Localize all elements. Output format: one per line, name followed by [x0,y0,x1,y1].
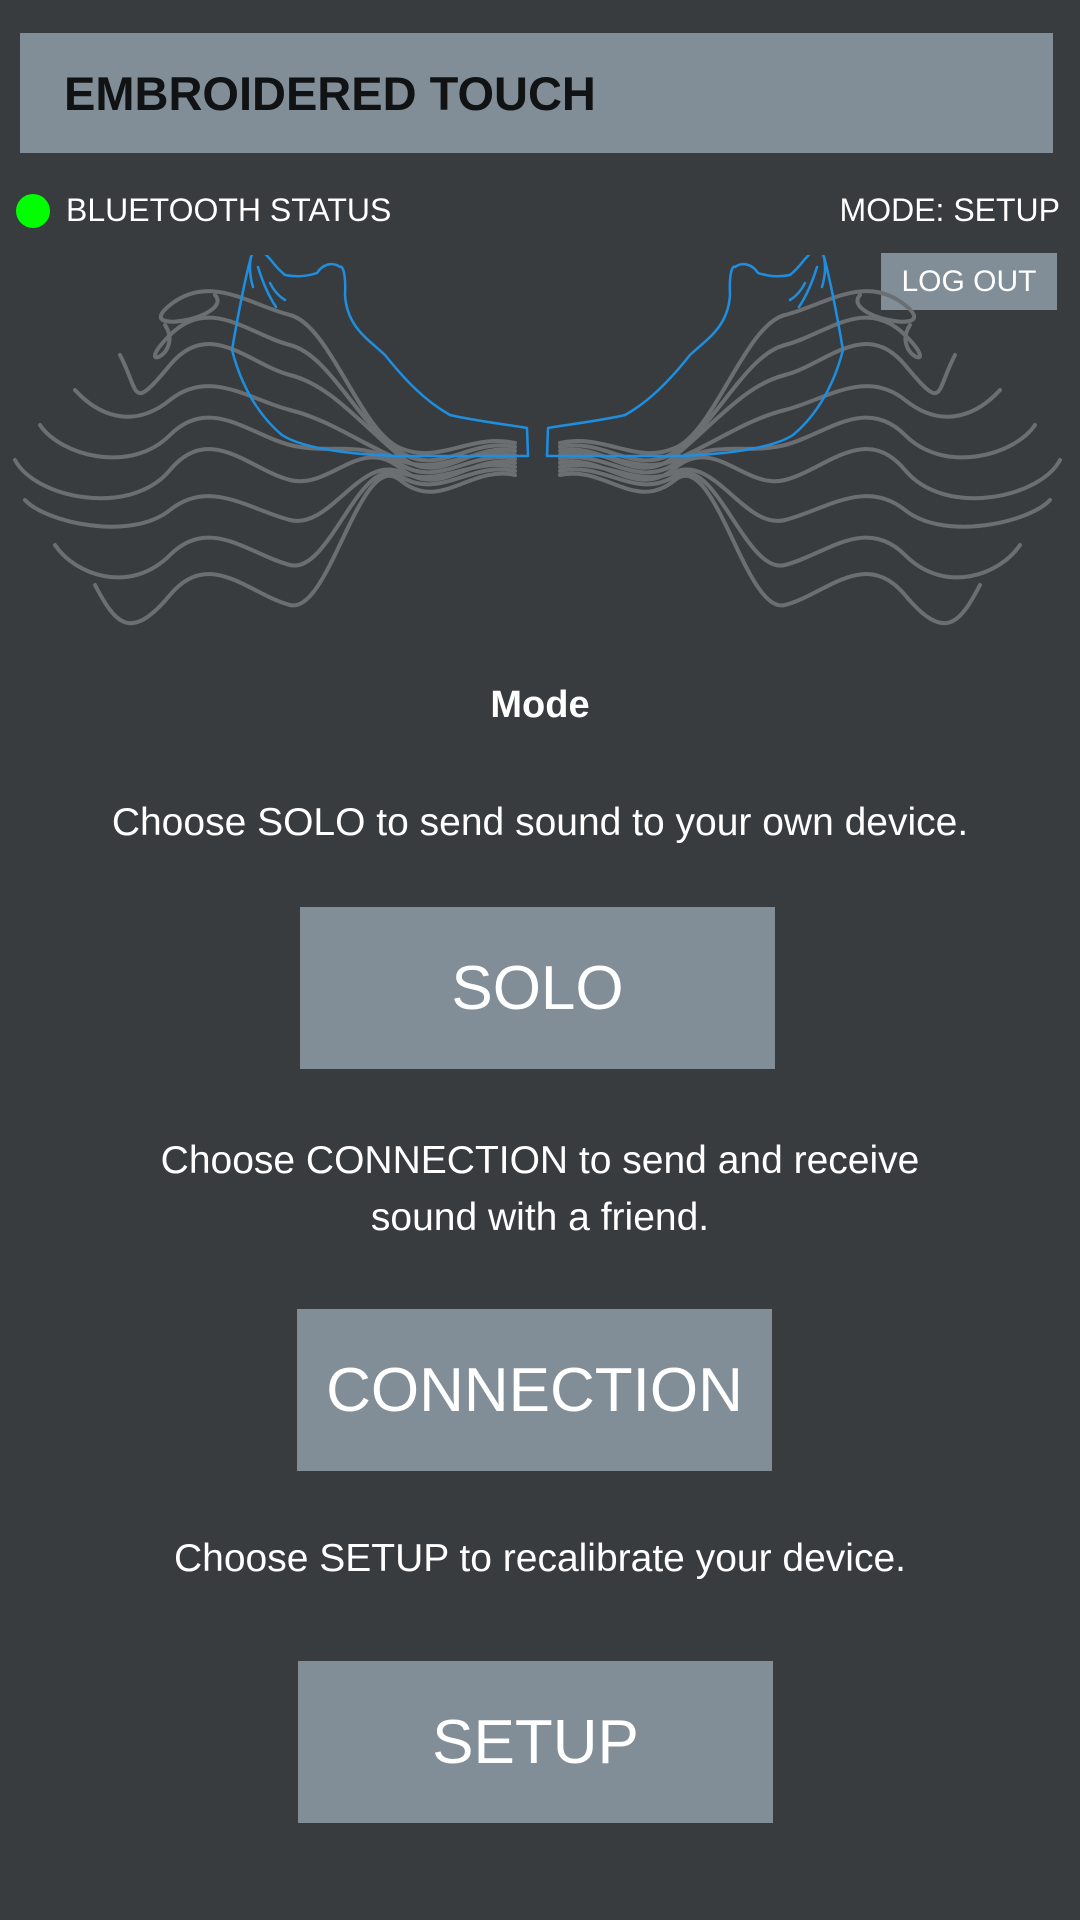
current-mode-label: MODE: SETUP [839,192,1060,228]
connection-instruction: Choose CONNECTION to send and receive so… [60,1132,1020,1246]
app-title: EMBROIDERED TOUCH [64,66,596,120]
thread-line [558,315,922,463]
embroidered-hands-icon [13,255,1062,626]
solo-instruction: Choose SOLO to send sound to your own de… [111,801,969,844]
thread-line [93,471,517,626]
bluetooth-status: BLUETOOTH STATUS [16,192,391,229]
bluetooth-status-indicator [16,193,50,228]
connection-instruction-line-2: sound with a friend. [370,1196,710,1239]
connection-instruction-line-1: Choose CONNECTION to send and receive [160,1139,920,1182]
mode-heading: Mode [490,684,590,726]
left-hand-outline [230,255,530,458]
bluetooth-status-label: BLUETOOTH STATUS [66,192,392,228]
right-hand-outline [545,255,845,458]
thread-line [558,467,1022,580]
connection-button[interactable]: CONNECTION [297,1309,772,1471]
setup-instruction: Choose SETUP to recalibrate your device. [174,1537,906,1580]
setup-button[interactable]: SETUP [298,1661,773,1823]
left-hand-fingers [248,255,287,309]
thread-line [153,315,517,463]
thread-line [558,471,982,626]
thread-line [53,467,517,580]
solo-button[interactable]: SOLO [300,907,775,1069]
right-hand-fingers [788,255,827,309]
app-header: EMBROIDERED TOUCH [20,33,1053,153]
